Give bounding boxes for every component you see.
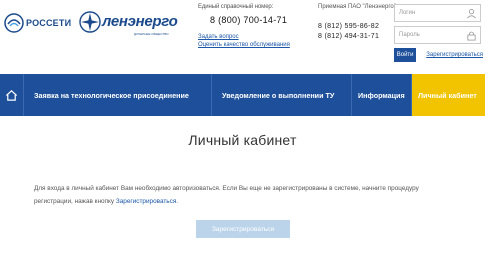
reception-caption: Приемная ПАО "Ленэнерго" xyxy=(318,4,396,10)
login-actions: Войти Зарегистрироваться xyxy=(394,48,483,62)
nav-home[interactable] xyxy=(0,74,24,116)
ask-question-link[interactable]: Задать вопрос xyxy=(198,34,310,40)
auth-message-register-link[interactable]: Зарегистрироваться xyxy=(116,198,176,205)
login-button[interactable]: Войти xyxy=(394,48,417,62)
login-input[interactable]: Логин xyxy=(394,4,481,22)
reception-block: Приемная ПАО "Ленэнерго" 8 (812) 595-86-… xyxy=(318,4,396,40)
home-icon xyxy=(5,89,18,101)
hotline-caption: Единый справочный номер: xyxy=(198,4,274,10)
site-header: РОССЕТИ ленэнерго ДОЧЕРНЕЕ ОБЩЕСТВО Един… xyxy=(0,0,485,72)
login-placeholder: Логин xyxy=(399,10,416,16)
rate-service-link[interactable]: Оценить качество обслуживания xyxy=(198,42,310,48)
auth-message-end: . xyxy=(176,198,179,205)
main-content: Личный кабинет Для входа в личный кабине… xyxy=(0,116,485,272)
register-button[interactable]: Зарегистрироваться xyxy=(196,220,290,238)
lenenergo-logo-text: ленэнерго xyxy=(102,13,178,30)
lenenergo-logo-icon xyxy=(79,11,101,33)
lenenergo-logo-subtitle: ДОЧЕРНЕЕ ОБЩЕСТВО xyxy=(134,32,169,36)
user-icon xyxy=(467,9,476,19)
nav-item-tu-notification[interactable]: Уведомление о выполнении ТУ xyxy=(212,74,352,116)
page-title: Личный кабинет xyxy=(188,132,297,148)
main-nav: Заявка на технологическое присоединение … xyxy=(0,74,485,116)
auth-message: Для входа в личный кабинет Вам необходим… xyxy=(34,182,454,208)
lock-icon xyxy=(467,31,476,41)
lenenergo-logo[interactable]: ленэнерго ДОЧЕРНЕЕ ОБЩЕСТВО xyxy=(78,8,178,40)
hotline-phone[interactable]: 8 (800) 700-14-71 xyxy=(210,15,310,25)
nav-item-information[interactable]: Информация xyxy=(352,74,412,116)
password-input[interactable]: Пароль xyxy=(394,26,481,44)
nav-item-personal-account[interactable]: Личный кабинет xyxy=(412,74,485,116)
auth-message-text-1: Для входа в личный кабинет Вам необходим… xyxy=(34,185,386,192)
contact-block: Единый справочный номер: 8 (800) 700-14-… xyxy=(198,4,310,48)
rosseti-logo[interactable]: РОССЕТИ xyxy=(4,10,74,36)
register-link[interactable]: Зарегистрироваться xyxy=(426,52,483,58)
nav-item-tech-connection[interactable]: Заявка на технологическое присоединение xyxy=(24,74,212,116)
password-placeholder: Пароль xyxy=(399,32,420,38)
login-form: Логин Пароль Войти Зарегистрироваться xyxy=(394,4,483,62)
reception-phone-1[interactable]: 8 (812) 595-86-82 xyxy=(318,23,388,30)
rosseti-logo-icon xyxy=(4,13,24,33)
reception-phone-2[interactable]: 8 (812) 494-31-71 xyxy=(318,33,388,40)
rosseti-logo-text: РОССЕТИ xyxy=(26,18,72,28)
